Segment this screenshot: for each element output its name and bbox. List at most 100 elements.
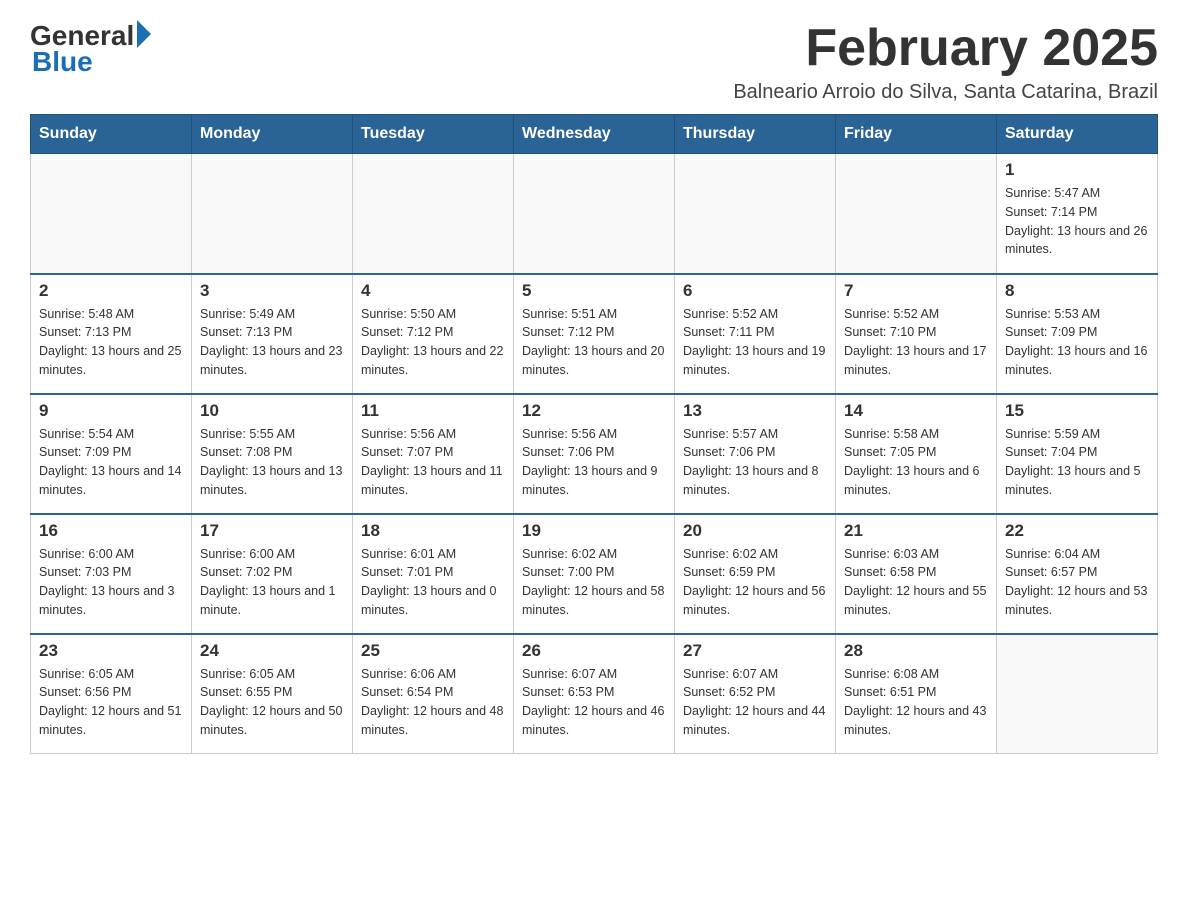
title-section: February 2025 Balneario Arroio do Silva,…	[733, 20, 1158, 104]
day-info: Sunrise: 6:03 AM Sunset: 6:58 PM Dayligh…	[844, 545, 988, 620]
day-number: 8	[1005, 281, 1149, 301]
day-number: 16	[39, 521, 183, 541]
calendar-day-cell: 4Sunrise: 5:50 AM Sunset: 7:12 PM Daylig…	[353, 274, 514, 394]
calendar-day-cell: 1 Sunrise: 5:47 AM Sunset: 7:14 PM Daylig…	[997, 154, 1158, 274]
calendar-day-cell	[997, 634, 1158, 754]
calendar-day-cell: 21 Sunrise: 6:03 AM Sunset: 6:58 PM Dayli…	[836, 514, 997, 634]
calendar-day-cell: 5 Sunrise: 5:51 AM Sunset: 7:12 PM Daylig…	[514, 274, 675, 394]
day-info: Sunrise: 6:02 AM Sunset: 7:00 PM Dayligh…	[522, 545, 666, 620]
day-info: Sunrise: 6:07 AM Sunset: 6:53 PM Dayligh…	[522, 665, 666, 740]
day-number: 3	[200, 281, 344, 301]
calendar-day-cell: 19 Sunrise: 6:02 AM Sunset: 7:00 PM Dayli…	[514, 514, 675, 634]
calendar-table: SundayMondayTuesdayWednesdayThursdayFrid…	[30, 114, 1158, 754]
calendar-day-cell: 27Sunrise: 6:07 AM Sunset: 6:52 PM Dayli…	[675, 634, 836, 754]
day-number: 6	[683, 281, 827, 301]
calendar-week-row: 23 Sunrise: 6:05 AM Sunset: 6:56 PM Dayli…	[31, 634, 1158, 754]
calendar-day-cell: 11 Sunrise: 5:56 AM Sunset: 7:07 PM Dayli…	[353, 394, 514, 514]
day-number: 9	[39, 401, 183, 421]
day-number: 15	[1005, 401, 1149, 421]
calendar-day-cell: 10 Sunrise: 5:55 AM Sunset: 7:08 PM Dayli…	[192, 394, 353, 514]
weekday-header-friday: Friday	[836, 115, 997, 154]
day-info: Sunrise: 5:56 AM Sunset: 7:07 PM Dayligh…	[361, 425, 505, 500]
day-info: Sunrise: 5:59 AM Sunset: 7:04 PM Dayligh…	[1005, 425, 1149, 500]
calendar-day-cell: 9 Sunrise: 5:54 AM Sunset: 7:09 PM Daylig…	[31, 394, 192, 514]
day-number: 19	[522, 521, 666, 541]
day-number: 26	[522, 641, 666, 661]
day-number: 14	[844, 401, 988, 421]
day-number: 12	[522, 401, 666, 421]
day-info: Sunrise: 6:00 AM Sunset: 7:02 PM Dayligh…	[200, 545, 344, 620]
day-number: 5	[522, 281, 666, 301]
day-number: 4	[361, 281, 505, 301]
logo-blue-text: Blue	[30, 46, 93, 78]
calendar-day-cell: 18Sunrise: 6:01 AM Sunset: 7:01 PM Dayli…	[353, 514, 514, 634]
calendar-day-cell: 23 Sunrise: 6:05 AM Sunset: 6:56 PM Dayli…	[31, 634, 192, 754]
day-number: 10	[200, 401, 344, 421]
page-header: General Blue February 2025 Balneario Arr…	[30, 20, 1158, 104]
day-number: 22	[1005, 521, 1149, 541]
calendar-day-cell: 7Sunrise: 5:52 AM Sunset: 7:10 PM Daylig…	[836, 274, 997, 394]
day-info: Sunrise: 5:49 AM Sunset: 7:13 PM Dayligh…	[200, 305, 344, 380]
calendar-week-row: 2 Sunrise: 5:48 AM Sunset: 7:13 PM Daylig…	[31, 274, 1158, 394]
day-info: Sunrise: 5:54 AM Sunset: 7:09 PM Dayligh…	[39, 425, 183, 500]
weekday-header-saturday: Saturday	[997, 115, 1158, 154]
logo-arrow-icon	[137, 20, 151, 48]
calendar-day-cell: 26 Sunrise: 6:07 AM Sunset: 6:53 PM Dayli…	[514, 634, 675, 754]
calendar-day-cell	[353, 154, 514, 274]
calendar-day-cell: 12 Sunrise: 5:56 AM Sunset: 7:06 PM Dayli…	[514, 394, 675, 514]
weekday-header-wednesday: Wednesday	[514, 115, 675, 154]
day-info: Sunrise: 6:08 AM Sunset: 6:51 PM Dayligh…	[844, 665, 988, 740]
day-info: Sunrise: 5:57 AM Sunset: 7:06 PM Dayligh…	[683, 425, 827, 500]
calendar-day-cell: 24 Sunrise: 6:05 AM Sunset: 6:55 PM Dayli…	[192, 634, 353, 754]
calendar-day-cell: 8Sunrise: 5:53 AM Sunset: 7:09 PM Daylig…	[997, 274, 1158, 394]
day-info: Sunrise: 5:52 AM Sunset: 7:10 PM Dayligh…	[844, 305, 988, 380]
day-number: 27	[683, 641, 827, 661]
day-number: 23	[39, 641, 183, 661]
day-info: Sunrise: 5:47 AM Sunset: 7:14 PM Dayligh…	[1005, 184, 1149, 259]
calendar-week-row: 16 Sunrise: 6:00 AM Sunset: 7:03 PM Dayli…	[31, 514, 1158, 634]
calendar-day-cell: 25 Sunrise: 6:06 AM Sunset: 6:54 PM Dayli…	[353, 634, 514, 754]
day-info: Sunrise: 5:51 AM Sunset: 7:12 PM Dayligh…	[522, 305, 666, 380]
calendar-header-row: SundayMondayTuesdayWednesdayThursdayFrid…	[31, 115, 1158, 154]
day-info: Sunrise: 6:01 AM Sunset: 7:01 PM Dayligh…	[361, 545, 505, 620]
day-info: Sunrise: 6:00 AM Sunset: 7:03 PM Dayligh…	[39, 545, 183, 620]
day-info: Sunrise: 6:05 AM Sunset: 6:56 PM Dayligh…	[39, 665, 183, 740]
day-info: Sunrise: 5:55 AM Sunset: 7:08 PM Dayligh…	[200, 425, 344, 500]
day-number: 24	[200, 641, 344, 661]
day-number: 11	[361, 401, 505, 421]
weekday-header-thursday: Thursday	[675, 115, 836, 154]
calendar-day-cell: 3 Sunrise: 5:49 AM Sunset: 7:13 PM Daylig…	[192, 274, 353, 394]
weekday-header-sunday: Sunday	[31, 115, 192, 154]
day-number: 1	[1005, 160, 1149, 180]
day-number: 17	[200, 521, 344, 541]
calendar-day-cell: 20 Sunrise: 6:02 AM Sunset: 6:59 PM Dayli…	[675, 514, 836, 634]
calendar-day-cell: 16 Sunrise: 6:00 AM Sunset: 7:03 PM Dayli…	[31, 514, 192, 634]
day-number: 13	[683, 401, 827, 421]
month-title: February 2025	[733, 20, 1158, 77]
calendar-day-cell	[836, 154, 997, 274]
calendar-day-cell: 15 Sunrise: 5:59 AM Sunset: 7:04 PM Dayli…	[997, 394, 1158, 514]
day-info: Sunrise: 5:56 AM Sunset: 7:06 PM Dayligh…	[522, 425, 666, 500]
weekday-header-monday: Monday	[192, 115, 353, 154]
day-number: 20	[683, 521, 827, 541]
calendar-day-cell	[675, 154, 836, 274]
calendar-day-cell: 6 Sunrise: 5:52 AM Sunset: 7:11 PM Daylig…	[675, 274, 836, 394]
day-number: 2	[39, 281, 183, 301]
day-info: Sunrise: 5:52 AM Sunset: 7:11 PM Dayligh…	[683, 305, 827, 380]
calendar-day-cell: 28 Sunrise: 6:08 AM Sunset: 6:51 PM Dayli…	[836, 634, 997, 754]
day-info: Sunrise: 5:48 AM Sunset: 7:13 PM Dayligh…	[39, 305, 183, 380]
day-number: 21	[844, 521, 988, 541]
day-info: Sunrise: 6:06 AM Sunset: 6:54 PM Dayligh…	[361, 665, 505, 740]
day-number: 25	[361, 641, 505, 661]
logo: General Blue	[30, 20, 151, 78]
day-info: Sunrise: 6:02 AM Sunset: 6:59 PM Dayligh…	[683, 545, 827, 620]
day-info: Sunrise: 6:05 AM Sunset: 6:55 PM Dayligh…	[200, 665, 344, 740]
calendar-week-row: 9 Sunrise: 5:54 AM Sunset: 7:09 PM Daylig…	[31, 394, 1158, 514]
location-text: Balneario Arroio do Silva, Santa Catarin…	[733, 81, 1158, 104]
calendar-day-cell: 14Sunrise: 5:58 AM Sunset: 7:05 PM Dayli…	[836, 394, 997, 514]
calendar-day-cell: 13 Sunrise: 5:57 AM Sunset: 7:06 PM Dayli…	[675, 394, 836, 514]
calendar-day-cell	[192, 154, 353, 274]
day-number: 28	[844, 641, 988, 661]
day-info: Sunrise: 6:04 AM Sunset: 6:57 PM Dayligh…	[1005, 545, 1149, 620]
calendar-day-cell	[31, 154, 192, 274]
